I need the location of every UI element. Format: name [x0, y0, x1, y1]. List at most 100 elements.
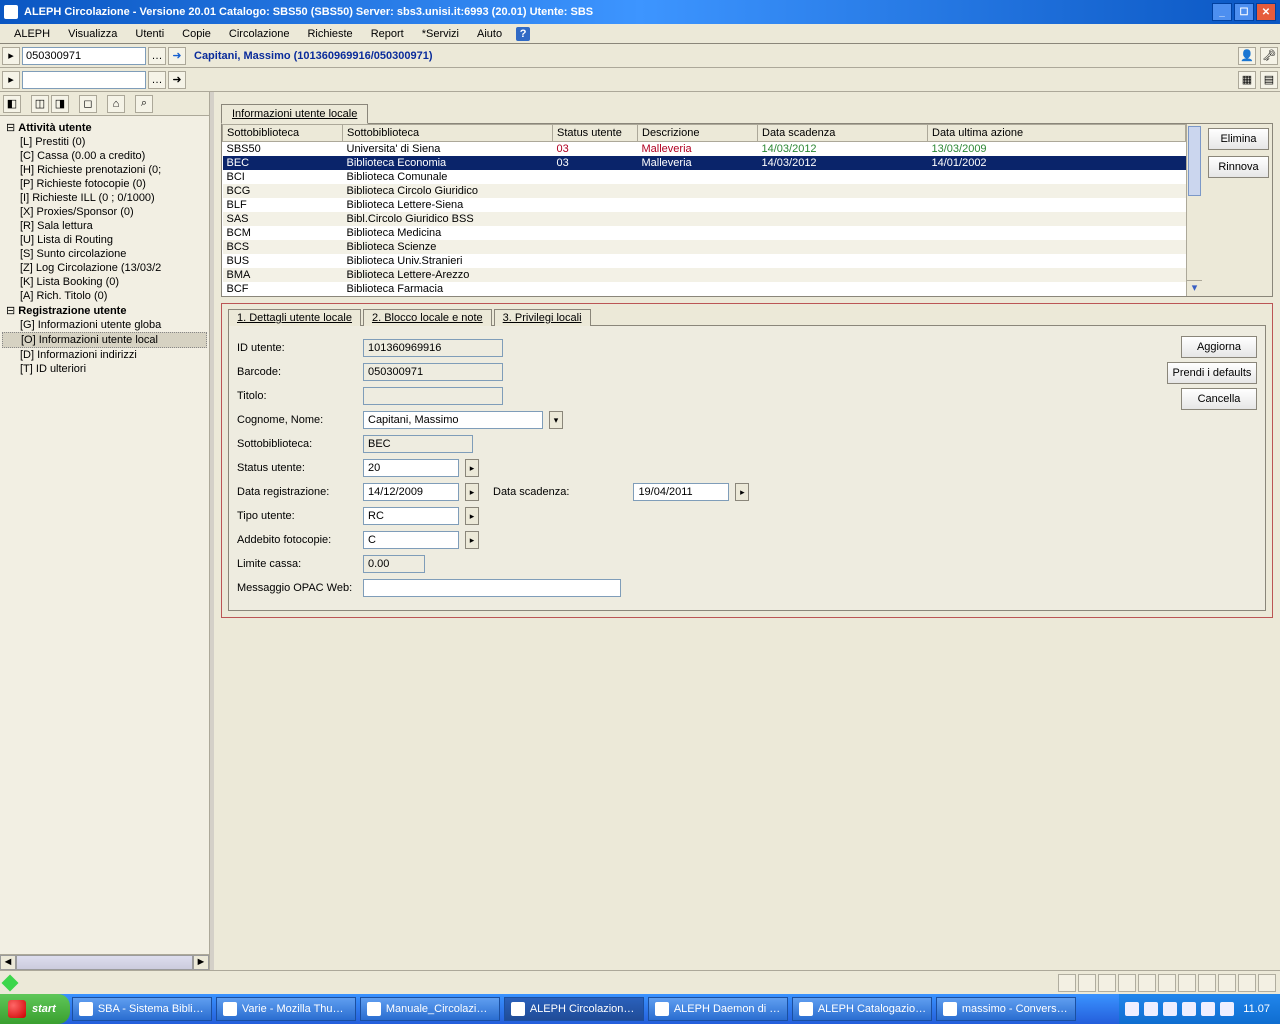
- status-icon-11[interactable]: [1258, 974, 1276, 992]
- tab-blocco-note[interactable]: 2. Blocco locale e note: [363, 309, 492, 326]
- left-hscroll[interactable]: ◄►: [0, 954, 209, 970]
- tab-privilegi[interactable]: 3. Privilegi locali: [494, 309, 591, 326]
- menu-copie[interactable]: Copie: [174, 26, 219, 42]
- tree-item[interactable]: [G] Informazioni utente globa: [2, 318, 207, 332]
- field-status[interactable]: [363, 459, 459, 477]
- table-row[interactable]: BCFBiblioteca Farmacia: [223, 282, 1186, 296]
- nav2-icon[interactable]: ▸: [2, 71, 20, 89]
- tipo-picker-icon[interactable]: ▸: [465, 507, 479, 525]
- task-button[interactable]: massimo - Convers…: [936, 997, 1076, 1021]
- status-icon-10[interactable]: [1238, 974, 1256, 992]
- table-row[interactable]: SBS50Universita' di Siena03Malleveria14/…: [223, 142, 1186, 157]
- start-button[interactable]: start: [0, 994, 70, 1024]
- help-icon[interactable]: ?: [516, 27, 530, 41]
- status-icon-6[interactable]: [1158, 974, 1176, 992]
- menu-utenti[interactable]: Utenti: [127, 26, 172, 42]
- tree-item[interactable]: [H] Richieste prenotazioni (0;: [2, 163, 207, 177]
- tree-item[interactable]: [D] Informazioni indirizzi: [2, 348, 207, 362]
- status-picker-icon[interactable]: ▸: [465, 459, 479, 477]
- navigation-tree[interactable]: Attività utente [L] Prestiti (0)[C] Cass…: [0, 116, 209, 954]
- status-icon-2[interactable]: [1078, 974, 1096, 992]
- menu-aiuto[interactable]: Aiuto: [469, 26, 510, 42]
- tree-item[interactable]: [I] Richieste ILL (0 ; 0/1000): [2, 191, 207, 205]
- table-row[interactable]: BCMBiblioteca Medicina: [223, 226, 1186, 240]
- tab-local-user-info[interactable]: Informazioni utente locale: [221, 104, 368, 124]
- field-nome[interactable]: [363, 411, 543, 429]
- field-titolo[interactable]: [363, 387, 503, 405]
- lookup2-icon[interactable]: …: [148, 71, 166, 89]
- rinnova-button[interactable]: Rinnova: [1208, 156, 1269, 178]
- table-row[interactable]: BUSBiblioteca Univ.Stranieri: [223, 254, 1186, 268]
- menu-richieste[interactable]: Richieste: [299, 26, 360, 42]
- tree-item[interactable]: [L] Prestiti (0): [2, 135, 207, 149]
- search-input[interactable]: [22, 47, 146, 65]
- table-row[interactable]: BECBiblioteca Economia03Malleveria14/03/…: [223, 156, 1186, 170]
- tree-icon-4[interactable]: ◻: [79, 95, 97, 113]
- status-icon-4[interactable]: [1118, 974, 1136, 992]
- tray-icon[interactable]: [1201, 1002, 1215, 1016]
- col-header[interactable]: Data ultima azione: [928, 125, 1186, 142]
- tree-item[interactable]: [S] Sunto circolazione: [2, 247, 207, 261]
- table-row[interactable]: BCSBiblioteca Scienze: [223, 240, 1186, 254]
- task-button[interactable]: ALEPH Circolazion…: [504, 997, 644, 1021]
- tab-dettagli-utente[interactable]: 1. Dettagli utente locale: [228, 309, 361, 326]
- menu-aleph[interactable]: ALEPH: [6, 26, 58, 42]
- tree-item[interactable]: [P] Richieste fotocopie (0): [2, 177, 207, 191]
- close-button[interactable]: ✕: [1256, 3, 1276, 21]
- task-button[interactable]: ALEPH Catalogazio…: [792, 997, 932, 1021]
- status-icon-3[interactable]: [1098, 974, 1116, 992]
- table-row[interactable]: SASBibl.Circolo Giuridico BSS: [223, 212, 1186, 226]
- scad-picker-icon[interactable]: ▸: [735, 483, 749, 501]
- tree-item[interactable]: [O] Informazioni utente local: [2, 332, 207, 348]
- status-icon-9[interactable]: [1218, 974, 1236, 992]
- status-icon-7[interactable]: [1178, 974, 1196, 992]
- cancella-button[interactable]: Cancella: [1181, 388, 1257, 410]
- user-icon[interactable]: 👤: [1238, 47, 1256, 65]
- task-button[interactable]: Varie - Mozilla Thu…: [216, 997, 356, 1021]
- tree-item[interactable]: [Z] Log Circolazione (13/03/2: [2, 261, 207, 275]
- maximize-button[interactable]: ☐: [1234, 3, 1254, 21]
- tree-item[interactable]: [U] Lista di Routing: [2, 233, 207, 247]
- status-icon-8[interactable]: [1198, 974, 1216, 992]
- task-button[interactable]: Manuale_Circolazi…: [360, 997, 500, 1021]
- tree-root-registration[interactable]: Registrazione utente: [2, 303, 207, 318]
- col-header[interactable]: Data scadenza: [758, 125, 928, 142]
- field-data-scad[interactable]: [633, 483, 729, 501]
- task-button[interactable]: ALEPH Daemon di …: [648, 997, 788, 1021]
- table-vscroll[interactable]: ▾: [1186, 124, 1202, 296]
- task-button[interactable]: SBA - Sistema Bibli…: [72, 997, 212, 1021]
- tree-item[interactable]: [C] Cassa (0.00 a credito): [2, 149, 207, 163]
- table-row[interactable]: BCIBiblioteca Comunale: [223, 170, 1186, 184]
- tree-item[interactable]: [X] Proxies/Sponsor (0): [2, 205, 207, 219]
- nome-picker-icon[interactable]: ▾: [549, 411, 563, 429]
- list-icon[interactable]: ▤: [1260, 71, 1278, 89]
- reg-picker-icon[interactable]: ▸: [465, 483, 479, 501]
- menu-servizi[interactable]: *Servizi: [414, 26, 467, 42]
- tree-item[interactable]: [T] ID ulteriori: [2, 362, 207, 376]
- table-row[interactable]: BCGBiblioteca Circolo Giuridico: [223, 184, 1186, 198]
- tree-root-activity[interactable]: Attività utente: [2, 120, 207, 135]
- tree-icon-6[interactable]: ⌕: [135, 95, 153, 113]
- tray-icon[interactable]: [1220, 1002, 1234, 1016]
- table-row[interactable]: BLFBiblioteca Lettere-Siena: [223, 198, 1186, 212]
- col-header[interactable]: Status utente: [553, 125, 638, 142]
- col-header[interactable]: Sottobiblioteca: [343, 125, 553, 142]
- tray-icon[interactable]: [1182, 1002, 1196, 1016]
- defaults-button[interactable]: Prendi i defaults: [1167, 362, 1257, 384]
- status-icon-5[interactable]: [1138, 974, 1156, 992]
- elimina-button[interactable]: Elimina: [1208, 128, 1269, 150]
- tray-icon[interactable]: [1125, 1002, 1139, 1016]
- tree-icon-1[interactable]: ◧: [3, 95, 21, 113]
- field-tipo-utente[interactable]: [363, 507, 459, 525]
- sublibrary-table[interactable]: SottobibliotecaSottobibliotecaStatus ute…: [222, 124, 1186, 296]
- field-opac[interactable]: [363, 579, 621, 597]
- aggiorna-button[interactable]: Aggiorna: [1181, 336, 1257, 358]
- addebito-picker-icon[interactable]: ▸: [465, 531, 479, 549]
- tree-item[interactable]: [A] Rich. Titolo (0): [2, 289, 207, 303]
- menu-visualizza[interactable]: Visualizza: [60, 26, 125, 42]
- nav-icon[interactable]: ▸: [2, 47, 20, 65]
- field-addebito[interactable]: [363, 531, 459, 549]
- tree-icon-3[interactable]: ◨: [51, 95, 69, 113]
- tree-item[interactable]: [R] Sala lettura: [2, 219, 207, 233]
- system-tray[interactable]: 11.07: [1119, 994, 1280, 1024]
